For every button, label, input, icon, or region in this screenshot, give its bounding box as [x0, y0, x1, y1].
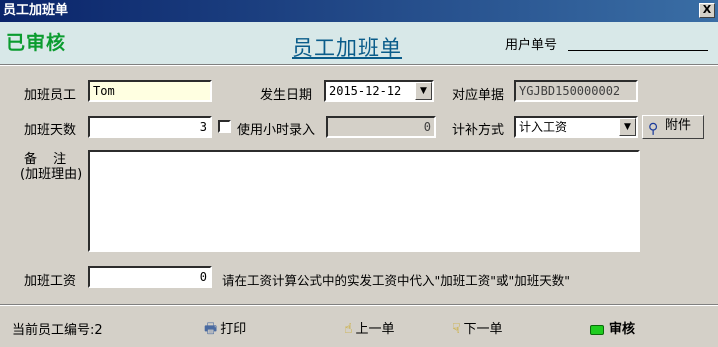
days-label: 加班天数 [24, 123, 77, 138]
user-doc-no-label: 用户单号 [505, 38, 558, 53]
form-header: 已审核 员工加班单 用户单号 [0, 22, 718, 64]
hourly-field: 0 [326, 116, 436, 138]
remark-sublabel: (加班理由) [20, 167, 83, 182]
audited-stamp: 已审核 [6, 32, 67, 54]
print-label: 打印 [220, 322, 247, 337]
employee-field[interactable]: Tom [88, 80, 212, 102]
wage-hint: 请在工资计算公式中的实发工资中代入"加班工资"或"加班天数" [222, 273, 570, 288]
hourly-checkbox[interactable] [218, 120, 231, 133]
audit-label: 审核 [609, 322, 636, 337]
user-doc-no-field[interactable] [568, 50, 708, 51]
hand-up-icon: ☝ [344, 321, 353, 337]
comp-method-value: 计入工资 [519, 120, 568, 134]
window-title: 员工加班单 [3, 3, 69, 18]
employee-label: 加班员工 [24, 88, 77, 103]
window-titlebar: 员工加班单 X [0, 0, 718, 22]
ref-no-label: 对应单据 [452, 88, 505, 103]
paperclip-icon: ⚲ [648, 121, 659, 137]
remark-textarea[interactable] [88, 150, 640, 252]
date-dropdown-icon[interactable]: ▼ [415, 82, 432, 100]
days-field[interactable]: 3 [88, 116, 212, 138]
green-light-icon [590, 324, 604, 335]
next-button[interactable]: ☟ 下一单 [452, 318, 503, 337]
date-picker[interactable]: 2015-12-12 ▼ [324, 80, 434, 102]
comp-method-label: 计补方式 [452, 123, 505, 138]
prev-button[interactable]: ☝ 上一单 [344, 318, 395, 337]
hand-down-icon: ☟ [452, 321, 461, 337]
comp-method-select[interactable]: 计入工资 ▼ [514, 116, 638, 138]
close-button[interactable]: X [699, 3, 715, 18]
printer-icon: 🖶 [204, 321, 218, 337]
attachment-label: 附件 [665, 118, 692, 133]
date-value: 2015-12-12 [329, 84, 402, 98]
footer-divider [0, 304, 718, 306]
prev-label: 上一单 [355, 322, 395, 337]
print-button[interactable]: 🖶 打印 [204, 318, 246, 342]
wage-field[interactable]: 0 [88, 266, 212, 288]
hourly-label: 使用小时录入 [237, 123, 316, 138]
wage-label: 加班工资 [24, 274, 77, 289]
header-divider [0, 64, 718, 66]
date-label: 发生日期 [260, 88, 313, 103]
page-title: 员工加班单 [292, 36, 402, 60]
audit-button[interactable]: 审核 [590, 318, 635, 337]
comp-method-dropdown-icon[interactable]: ▼ [619, 118, 636, 136]
ref-no-field: YGJBD150000002 [514, 80, 638, 102]
employee-no-status: 当前员工编号:2 [12, 323, 103, 338]
attachment-button[interactable]: ⚲ 附件 [642, 115, 704, 139]
next-label: 下一单 [463, 322, 503, 337]
